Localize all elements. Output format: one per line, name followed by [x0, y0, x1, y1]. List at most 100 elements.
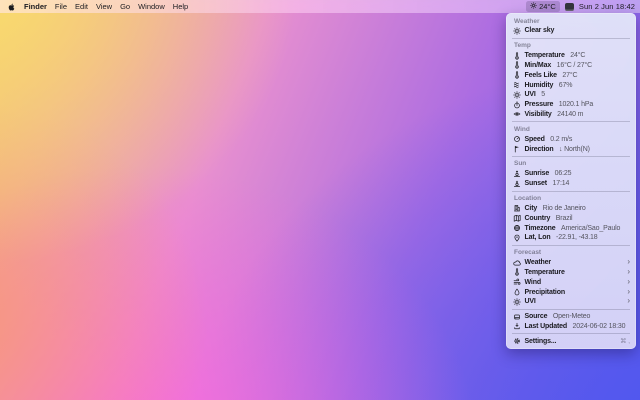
menubar-weather-item[interactable]: 24°C — [526, 1, 560, 13]
row-value: 0.2 m/s — [550, 136, 572, 143]
menu-row-feels-like[interactable]: Feels Like 27°C — [506, 70, 636, 80]
row-label: Last Updated — [525, 323, 568, 330]
menu-row-min-max[interactable]: Min/Max16°C / 27°C — [506, 61, 636, 71]
row-label: UVI — [525, 298, 536, 305]
weather-menu-panel: WeatherClear skyTempTemperature24°CMin/M… — [506, 13, 636, 349]
row-label: Settings... — [525, 338, 557, 345]
visibility-icon — [513, 110, 521, 118]
row-value: 24°C — [570, 52, 585, 59]
row-label: Direction — [525, 146, 554, 153]
server-icon — [513, 313, 521, 321]
row-label: Speed — [525, 136, 545, 143]
thermometer-icon — [513, 71, 521, 79]
sun-icon — [513, 91, 521, 99]
menubar-menu-edit[interactable]: Edit — [75, 2, 88, 11]
menu-divider — [512, 333, 630, 334]
section-title-location: Location — [506, 194, 636, 204]
row-value: 27°C — [562, 72, 577, 79]
sunset-icon — [513, 180, 521, 188]
wind-icon — [513, 278, 521, 286]
menubar-clock[interactable]: Sun 2 Jun 18:42 — [579, 2, 635, 11]
menu-row-wind[interactable]: Wind › — [506, 277, 636, 287]
pin-icon — [513, 234, 521, 242]
thermometer-icon — [513, 61, 521, 69]
flag-icon — [513, 145, 521, 153]
menu-divider — [512, 121, 630, 122]
menu-divider — [512, 38, 630, 39]
menu-row-sunrise[interactable]: Sunrise 06:25 — [506, 169, 636, 179]
row-label: Sunrise — [525, 170, 550, 177]
download-icon — [513, 322, 521, 330]
menu-bar: Finder File Edit View Go Window Help 24°C Sun … — [0, 0, 640, 13]
apple-menu-icon[interactable] — [7, 2, 16, 12]
menu-row-uvi[interactable]: UVI 5 — [506, 90, 636, 100]
menu-divider — [512, 156, 630, 157]
row-value: 17:14 — [552, 180, 569, 187]
drop-icon — [513, 288, 521, 296]
chevron-right-icon: › — [627, 258, 630, 267]
menu-row-weather[interactable]: Weather › — [506, 258, 636, 268]
menu-row-visibility[interactable]: Visibility24140 m — [506, 110, 636, 120]
menu-bar-app-menus: Finder File Edit View Go Window Help — [0, 2, 188, 12]
row-value: 67% — [559, 82, 573, 89]
menu-row-lat-lon[interactable]: Lat, Lon-22.91, -43.18 — [506, 233, 636, 243]
thermometer-icon — [513, 52, 521, 60]
menu-row-precipitation[interactable]: Precipitation› — [506, 287, 636, 297]
menu-row-direction[interactable]: Direction ↓ North(N) — [506, 144, 636, 154]
humidity-icon — [513, 81, 521, 89]
chevron-right-icon: › — [627, 278, 630, 287]
row-label: Humidity — [525, 82, 554, 89]
row-label: Timezone — [525, 225, 556, 232]
menubar-menu-help[interactable]: Help — [173, 2, 188, 11]
gear-icon — [513, 337, 521, 345]
menu-row-source[interactable]: SourceOpen-Meteo — [506, 312, 636, 322]
menubar-app-chip-icon[interactable] — [565, 3, 574, 11]
cloud-icon — [513, 259, 521, 267]
row-label: Wind — [525, 279, 541, 286]
menu-row-temperature[interactable]: Temperature› — [506, 268, 636, 278]
row-label: Weather — [525, 259, 551, 266]
row-value: Brazil — [556, 215, 573, 222]
section-title-weather: Weather — [506, 16, 636, 26]
menu-row-uvi[interactable]: UVI › — [506, 297, 636, 307]
row-value: 06:25 — [555, 170, 572, 177]
row-label: UVI — [525, 91, 536, 98]
menu-row-settings[interactable]: Settings... ⌘ , — [506, 336, 636, 346]
menu-row-city[interactable]: CityRio de Janeiro — [506, 204, 636, 214]
menu-row-speed[interactable]: Speed 0.2 m/s — [506, 134, 636, 144]
row-label: Country — [525, 215, 551, 222]
menu-row-last-updated[interactable]: Last Updated 2024-06-02 18:30 — [506, 322, 636, 332]
row-label: Source — [525, 313, 548, 320]
row-label: Min/Max — [525, 62, 552, 69]
sun-icon — [530, 2, 537, 11]
section-title-sun: Sun — [506, 159, 636, 169]
keyboard-shortcut: ⌘ , — [620, 338, 630, 345]
row-value: 1020.1 hPa — [559, 101, 593, 108]
row-value: 24140 m — [557, 111, 583, 118]
menu-row-temperature[interactable]: Temperature 24°C — [506, 51, 636, 61]
menubar-menu-finder[interactable]: Finder — [24, 2, 47, 11]
menu-row-humidity[interactable]: Humidity 67% — [506, 80, 636, 90]
menubar-menu-go[interactable]: Go — [120, 2, 130, 11]
menu-row-country[interactable]: Country Brazil — [506, 213, 636, 223]
row-value: 5 — [541, 91, 545, 98]
row-label: Feels Like — [525, 72, 557, 79]
row-value: ↓ North(N) — [559, 146, 590, 153]
row-label: Lat, Lon — [525, 234, 551, 241]
menubar-menu-file[interactable]: File — [55, 2, 67, 11]
menu-row-timezone[interactable]: Timezone America/Sao_Paulo — [506, 223, 636, 233]
chevron-right-icon: › — [627, 297, 630, 306]
row-label: City — [525, 205, 538, 212]
sunrise-icon — [513, 170, 521, 178]
menubar-menu-view[interactable]: View — [96, 2, 112, 11]
row-value: America/Sao_Paulo — [561, 225, 620, 232]
row-label: Temperature — [525, 52, 565, 59]
menubar-weather-temp: 24°C — [539, 3, 556, 11]
menu-row-pressure[interactable]: Pressure1020.1 hPa — [506, 100, 636, 110]
section-title-forecast: Forecast — [506, 248, 636, 258]
menubar-menu-window[interactable]: Window — [138, 2, 165, 11]
menu-row-clear-sky[interactable]: Clear sky — [506, 26, 636, 36]
menu-row-sunset[interactable]: Sunset17:14 — [506, 179, 636, 189]
menu-divider — [512, 309, 630, 310]
row-value: 2024-06-02 18:30 — [573, 323, 626, 330]
